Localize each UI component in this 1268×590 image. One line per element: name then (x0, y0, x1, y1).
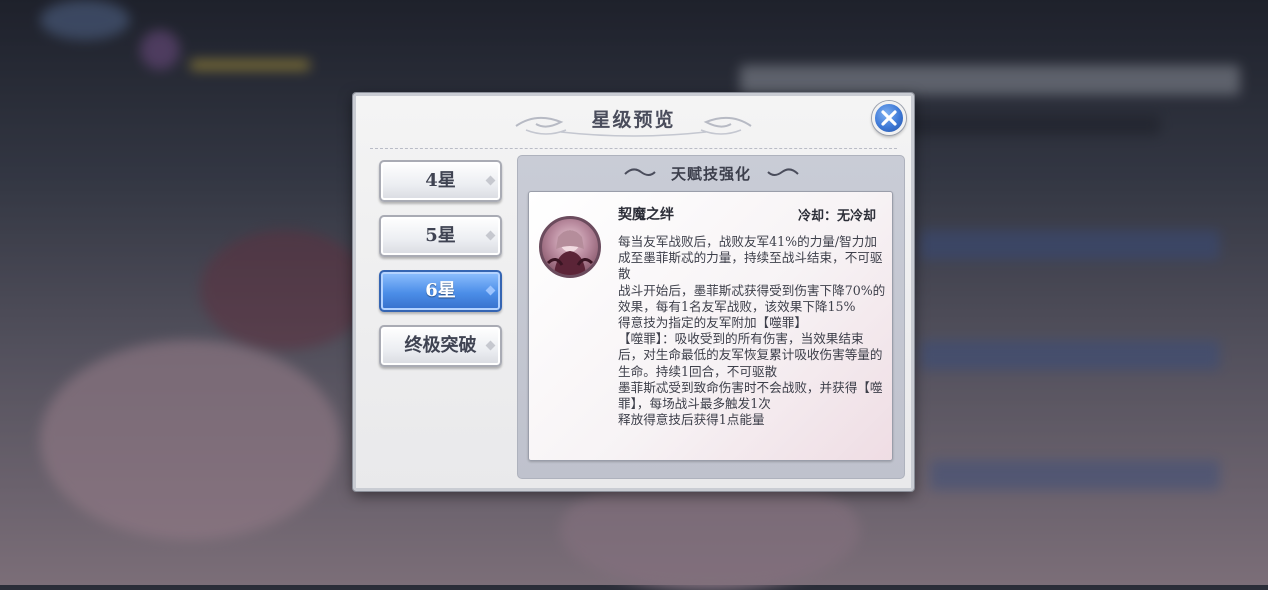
tab-ultimate-breakthrough[interactable]: 终极突破 (379, 325, 502, 367)
dialog-title: 星级预览 (591, 109, 676, 131)
character-portrait-icon (539, 216, 601, 278)
cooldown-label: 冷却：无冷却 (797, 209, 876, 224)
skill-name: 契魔之绊 (618, 207, 674, 223)
diamond-icon (485, 285, 496, 296)
tab-label: 4星 (425, 170, 456, 191)
diamond-icon (485, 175, 496, 186)
talent-heading: 天赋技强化 (670, 165, 751, 183)
tab-label: 5星 (425, 225, 456, 246)
description-line: 【噬罪】：吸收受到的所有伤害，当效果结束后，对生命最低的友军恢复累计吸收伤害等量… (618, 331, 883, 379)
description-line: 每当友军战败后，战败友军41%的力量/智力加成至墨菲斯忒的力量，持续至战斗结束，… (618, 234, 883, 282)
swirl-right-icon (767, 168, 799, 176)
close-button[interactable] (872, 101, 906, 135)
diamond-icon (485, 230, 496, 241)
tab-5-star[interactable]: 5星 (379, 215, 502, 257)
star-preview-dialog: 星级预览 4星 5星 6星 终极突破 天赋技强化 契魔之绊 冷却：无冷却 每当友… (353, 93, 914, 491)
dialog-header: 星级预览 (356, 96, 911, 148)
skill-description: 每当友军战败后，战败友军41%的力量/智力加成至墨菲斯忒的力量，持续至战斗结束，… (618, 234, 886, 428)
tab-label: 终极突破 (404, 335, 477, 356)
talent-panel: 天赋技强化 契魔之绊 冷却：无冷却 每当友军战败后，战败友军41%的力量/智力加… (517, 155, 905, 479)
skill-card: 契魔之绊 冷却：无冷却 每当友军战败后，战败友军41%的力量/智力加成至墨菲斯忒… (528, 191, 893, 461)
description-line: 释放得意技后获得1点能量 (618, 412, 765, 428)
tab-6-star[interactable]: 6星 (379, 270, 502, 312)
diamond-icon (485, 340, 496, 351)
description-line: 墨菲斯忒受到致命伤害时不会战败，并获得【噬罪】，每场战斗最多触发1次 (618, 379, 883, 412)
description-line: 得意技为指定的友军附加【噬罪】 (618, 315, 807, 331)
tab-4-star[interactable]: 4星 (379, 160, 502, 202)
description-line: 战斗开始后，墨菲斯忒获得受到伤害下降70%的效果，每有1名友军战败，该效果下降1… (618, 282, 886, 314)
close-icon (881, 110, 897, 126)
header-divider (370, 148, 897, 149)
tab-label: 6星 (425, 280, 456, 301)
